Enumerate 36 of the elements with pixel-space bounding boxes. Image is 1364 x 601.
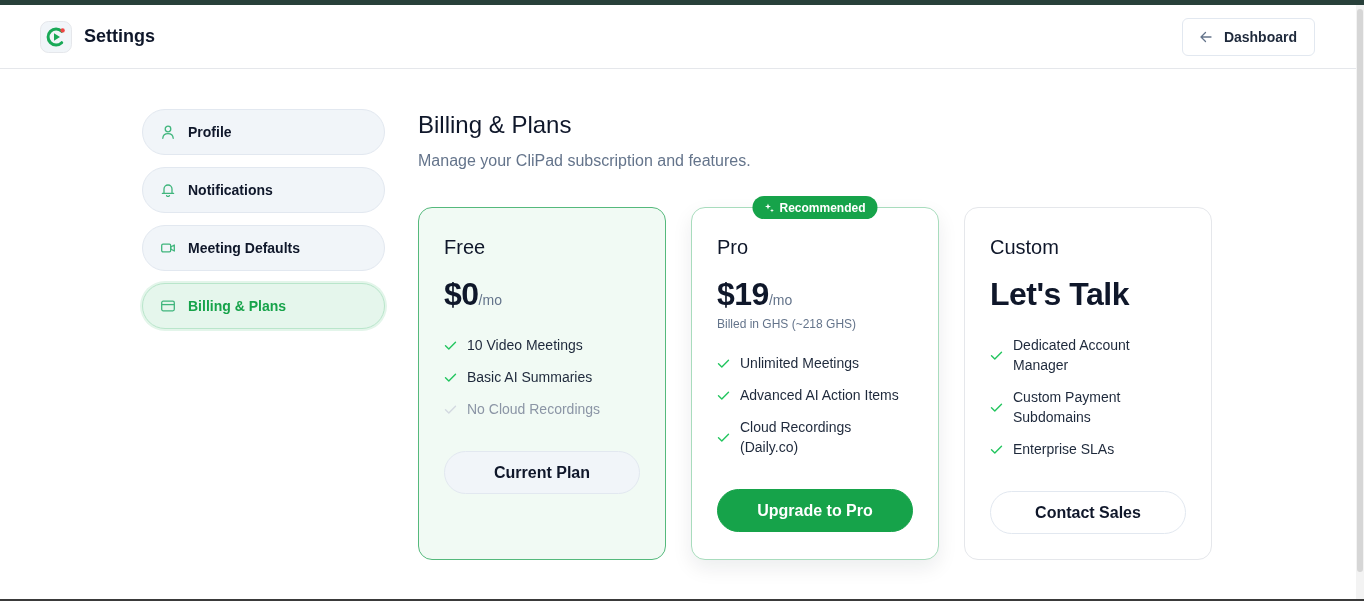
feature-text: Basic AI Summaries [467,368,593,387]
price-period: /mo [768,292,793,308]
plan-button[interactable]: Current Plan [444,451,640,494]
feature-text: Unlimited Meetings [740,354,860,373]
page-title: Settings [84,26,155,47]
plan-name: Custom [990,235,1060,260]
section-title: Billing & Plans [418,110,573,140]
scrollbar[interactable] [1356,5,1364,599]
plan-name: Free [444,235,487,260]
arrow-left-icon [1199,30,1212,43]
sparkle-icon [764,202,775,213]
sidebar-item[interactable]: Notifications [142,167,385,213]
plan-price: $0 [444,275,479,314]
feature-text: Advanced AI Action Items [740,386,899,405]
feature-text: Cloud Recordings (Daily.co) [740,418,853,457]
logo-icon [40,20,72,53]
plan-name: Pro [717,235,750,260]
user-icon [161,125,175,139]
plan-price: $19 [717,275,769,314]
section-subtitle: Manage your CliPad subscription and features. [418,151,752,171]
price-period: /mo [478,292,502,308]
feature-text: Dedicated Account Manager [1013,336,1131,375]
feature-text: 10 Video Meetings [467,336,583,355]
bell-icon [161,183,175,197]
feature-text: No Cloud Recordings [467,400,601,419]
dashboard-button[interactable]: Dashboard [1181,17,1315,56]
badge-label: Recommended [779,200,866,215]
feature-text: Custom Payment Subdomains [1013,388,1122,427]
video-camera-icon [161,241,175,255]
credit-card-icon [161,299,175,313]
sidebar-item[interactable]: Meeting Defaults [142,225,385,271]
billing-note: Billed in GHS (~218 GHS) [717,316,858,332]
sidebar-item[interactable]: Profile [142,109,385,155]
plan-button[interactable]: Contact Sales [990,491,1186,534]
plan-price: Let's Talk [990,275,1129,314]
feature-text: Enterprise SLAs [1013,440,1115,459]
